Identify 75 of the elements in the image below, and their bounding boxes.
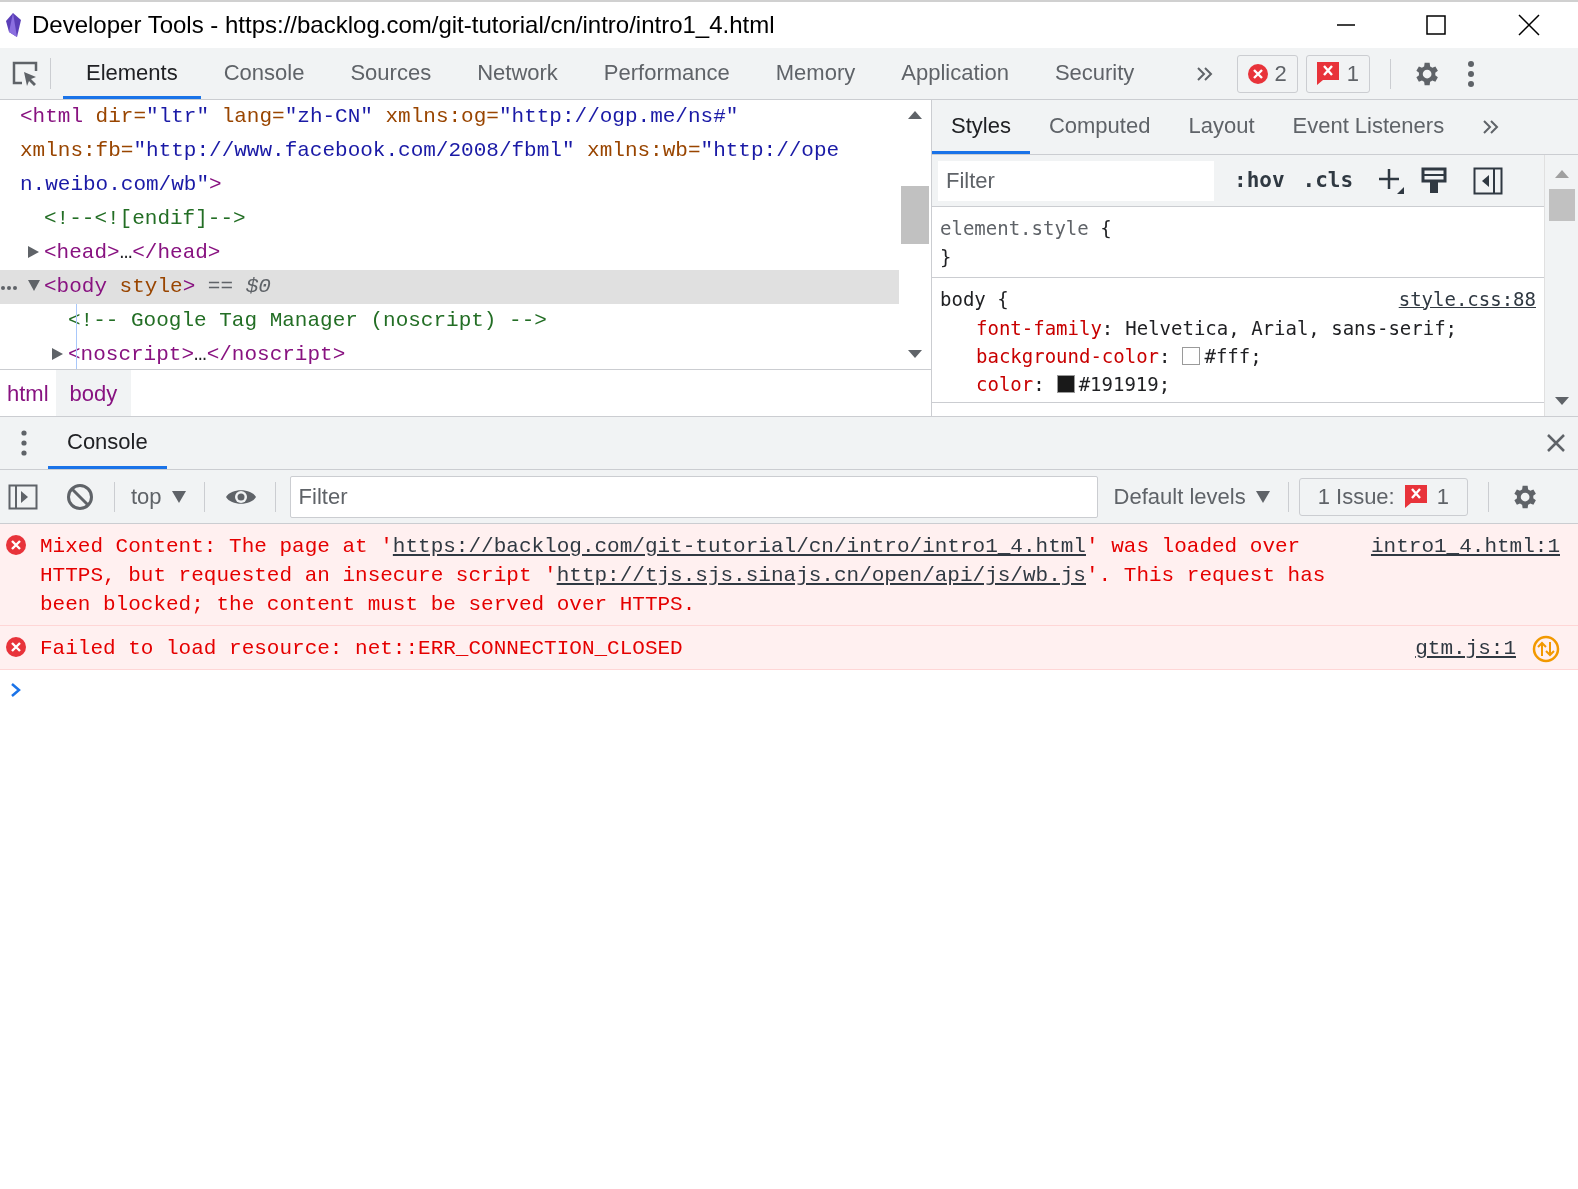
css-value: #191919; xyxy=(1078,371,1171,397)
console-message: Failed to load resource: net::ERR_CONNECTION_CLOSED xyxy=(40,636,684,662)
error-icon xyxy=(6,535,26,555)
app-logo-icon xyxy=(4,12,22,38)
dom-node-text[interactable]: <!--<![endif]--> xyxy=(44,203,246,235)
styles-filter-field[interactable]: Filter xyxy=(938,160,1214,201)
rule-selector: element.style { xyxy=(940,215,1112,241)
tab[interactable]: Security xyxy=(1031,48,1158,99)
url-link[interactable]: https://backlog.com/git-tutorial/cn/intro/intro1_4.html xyxy=(392,535,1086,558)
color-swatch[interactable] xyxy=(1056,375,1075,393)
caret-icon xyxy=(1255,490,1270,503)
tab[interactable]: Performance xyxy=(580,48,753,99)
ellipsis-icon[interactable] xyxy=(0,285,18,291)
tab[interactable]: Event Listeners xyxy=(1273,100,1464,154)
tab[interactable]: Sources xyxy=(327,48,455,99)
css-value: #fff; xyxy=(1204,343,1262,369)
tab[interactable]: Layout xyxy=(1169,100,1274,154)
maximize-icon[interactable] xyxy=(1426,15,1446,35)
url-link[interactable]: http://tjs.sjs.sinajs.cn/open/api/js/wb.js xyxy=(556,564,1086,587)
tab[interactable]: Application xyxy=(878,48,1032,99)
new-rule-icon[interactable] xyxy=(1377,166,1406,195)
scrollbar-thumb[interactable] xyxy=(1548,189,1575,221)
expanded-triangle-icon[interactable] xyxy=(28,280,40,292)
log-levels-dropdown[interactable]: Default levels xyxy=(1113,480,1270,513)
css-declaration[interactable]: color: xyxy=(976,369,1057,399)
paint-brush-icon[interactable] xyxy=(1421,166,1448,195)
clear-console-icon[interactable] xyxy=(66,482,94,511)
tab[interactable]: Memory xyxy=(752,48,879,99)
error-icon xyxy=(1248,63,1269,84)
dom-node-text[interactable]: xmlns:fb="http://www.facebook.com/2008/fbml" xmlns:wb="http://ope xyxy=(20,135,840,167)
error-icon xyxy=(6,637,26,657)
rule-selector: body { xyxy=(940,286,1009,312)
css-value: Helvetica, Arial, sans-serif; xyxy=(1125,315,1458,341)
scroll-up-icon[interactable] xyxy=(907,110,923,120)
caret-icon xyxy=(171,490,186,503)
context-dropdown[interactable]: top xyxy=(131,480,186,513)
source-link[interactable]: style.css:88 xyxy=(1398,284,1536,314)
dom-node-text[interactable]: n.weibo.com/wb"> xyxy=(20,169,222,201)
dom-node-text[interactable]: <html dir="ltr" lang="zh-CN" xmlns:og="http://ogp.me/ns#" xyxy=(20,101,739,133)
dom-node-text[interactable]: <!-- Google Tag Manager (noscript) --> xyxy=(68,305,547,337)
console-prompt-icon[interactable] xyxy=(10,682,22,698)
console-message: Mixed Content: The page at 'https://backlog.com/git-tutorial/cn/intro/intro1_4.html' was loaded over HTTPS, but requested an insecure script 'http://tjs.sjs.sinajs.cn/open/api/js/wb.js'. This request has been blocked; the content must be served over HTTPS. xyxy=(40,534,1327,618)
sidebar-toggle-icon[interactable] xyxy=(8,483,38,510)
close-icon[interactable] xyxy=(1518,14,1540,36)
error-count-badge[interactable]: 2 xyxy=(1237,54,1298,93)
css-declaration[interactable]: font-family: xyxy=(976,313,1126,343)
console-filter-field[interactable]: Filter xyxy=(289,475,1098,518)
scrollbar-thumb[interactable] xyxy=(901,186,929,244)
tab[interactable]: Elements xyxy=(63,48,201,99)
issues-button[interactable]: 1 Issue: 1 xyxy=(1298,477,1468,516)
color-swatch[interactable] xyxy=(1182,347,1201,365)
window-title: Developer Tools - https://backlog.com/git-tutorial/cn/intro/intro1_4.html xyxy=(32,10,775,40)
collapsed-triangle-icon[interactable] xyxy=(52,348,64,360)
source-link[interactable]: intro1_4.html:1 xyxy=(1370,532,1560,561)
scroll-down-icon[interactable] xyxy=(1553,396,1570,406)
breadcrumb[interactable]: html xyxy=(0,370,56,416)
toggle-sidebar-icon[interactable] xyxy=(1473,166,1504,195)
dom-node-text[interactable]: <noscript>…</noscript> xyxy=(68,339,346,369)
tab[interactable]: Console xyxy=(200,48,328,99)
tab[interactable]: Computed xyxy=(1029,100,1170,154)
issue-count-badge[interactable]: 1 xyxy=(1305,54,1370,93)
more-options-icon[interactable] xyxy=(1466,59,1475,88)
issue-flag-icon xyxy=(1316,62,1339,85)
drawer-menu-icon[interactable] xyxy=(20,429,28,457)
dom-node-text[interactable]: <head>…</head> xyxy=(44,237,221,269)
breadcrumb[interactable]: body xyxy=(55,370,132,416)
tab[interactable]: Network xyxy=(454,48,581,99)
class-toggle[interactable]: .cls xyxy=(1302,164,1354,197)
source-link[interactable]: gtm.js:1 xyxy=(1415,634,1516,663)
collapsed-triangle-icon[interactable] xyxy=(28,246,40,258)
hover-state-toggle[interactable]: :hov xyxy=(1234,164,1285,197)
issue-flag-icon xyxy=(1404,485,1427,508)
scroll-down-icon[interactable] xyxy=(907,349,923,359)
css-declaration[interactable]: background-color: xyxy=(976,341,1183,371)
closing-brace: } xyxy=(940,245,953,270)
